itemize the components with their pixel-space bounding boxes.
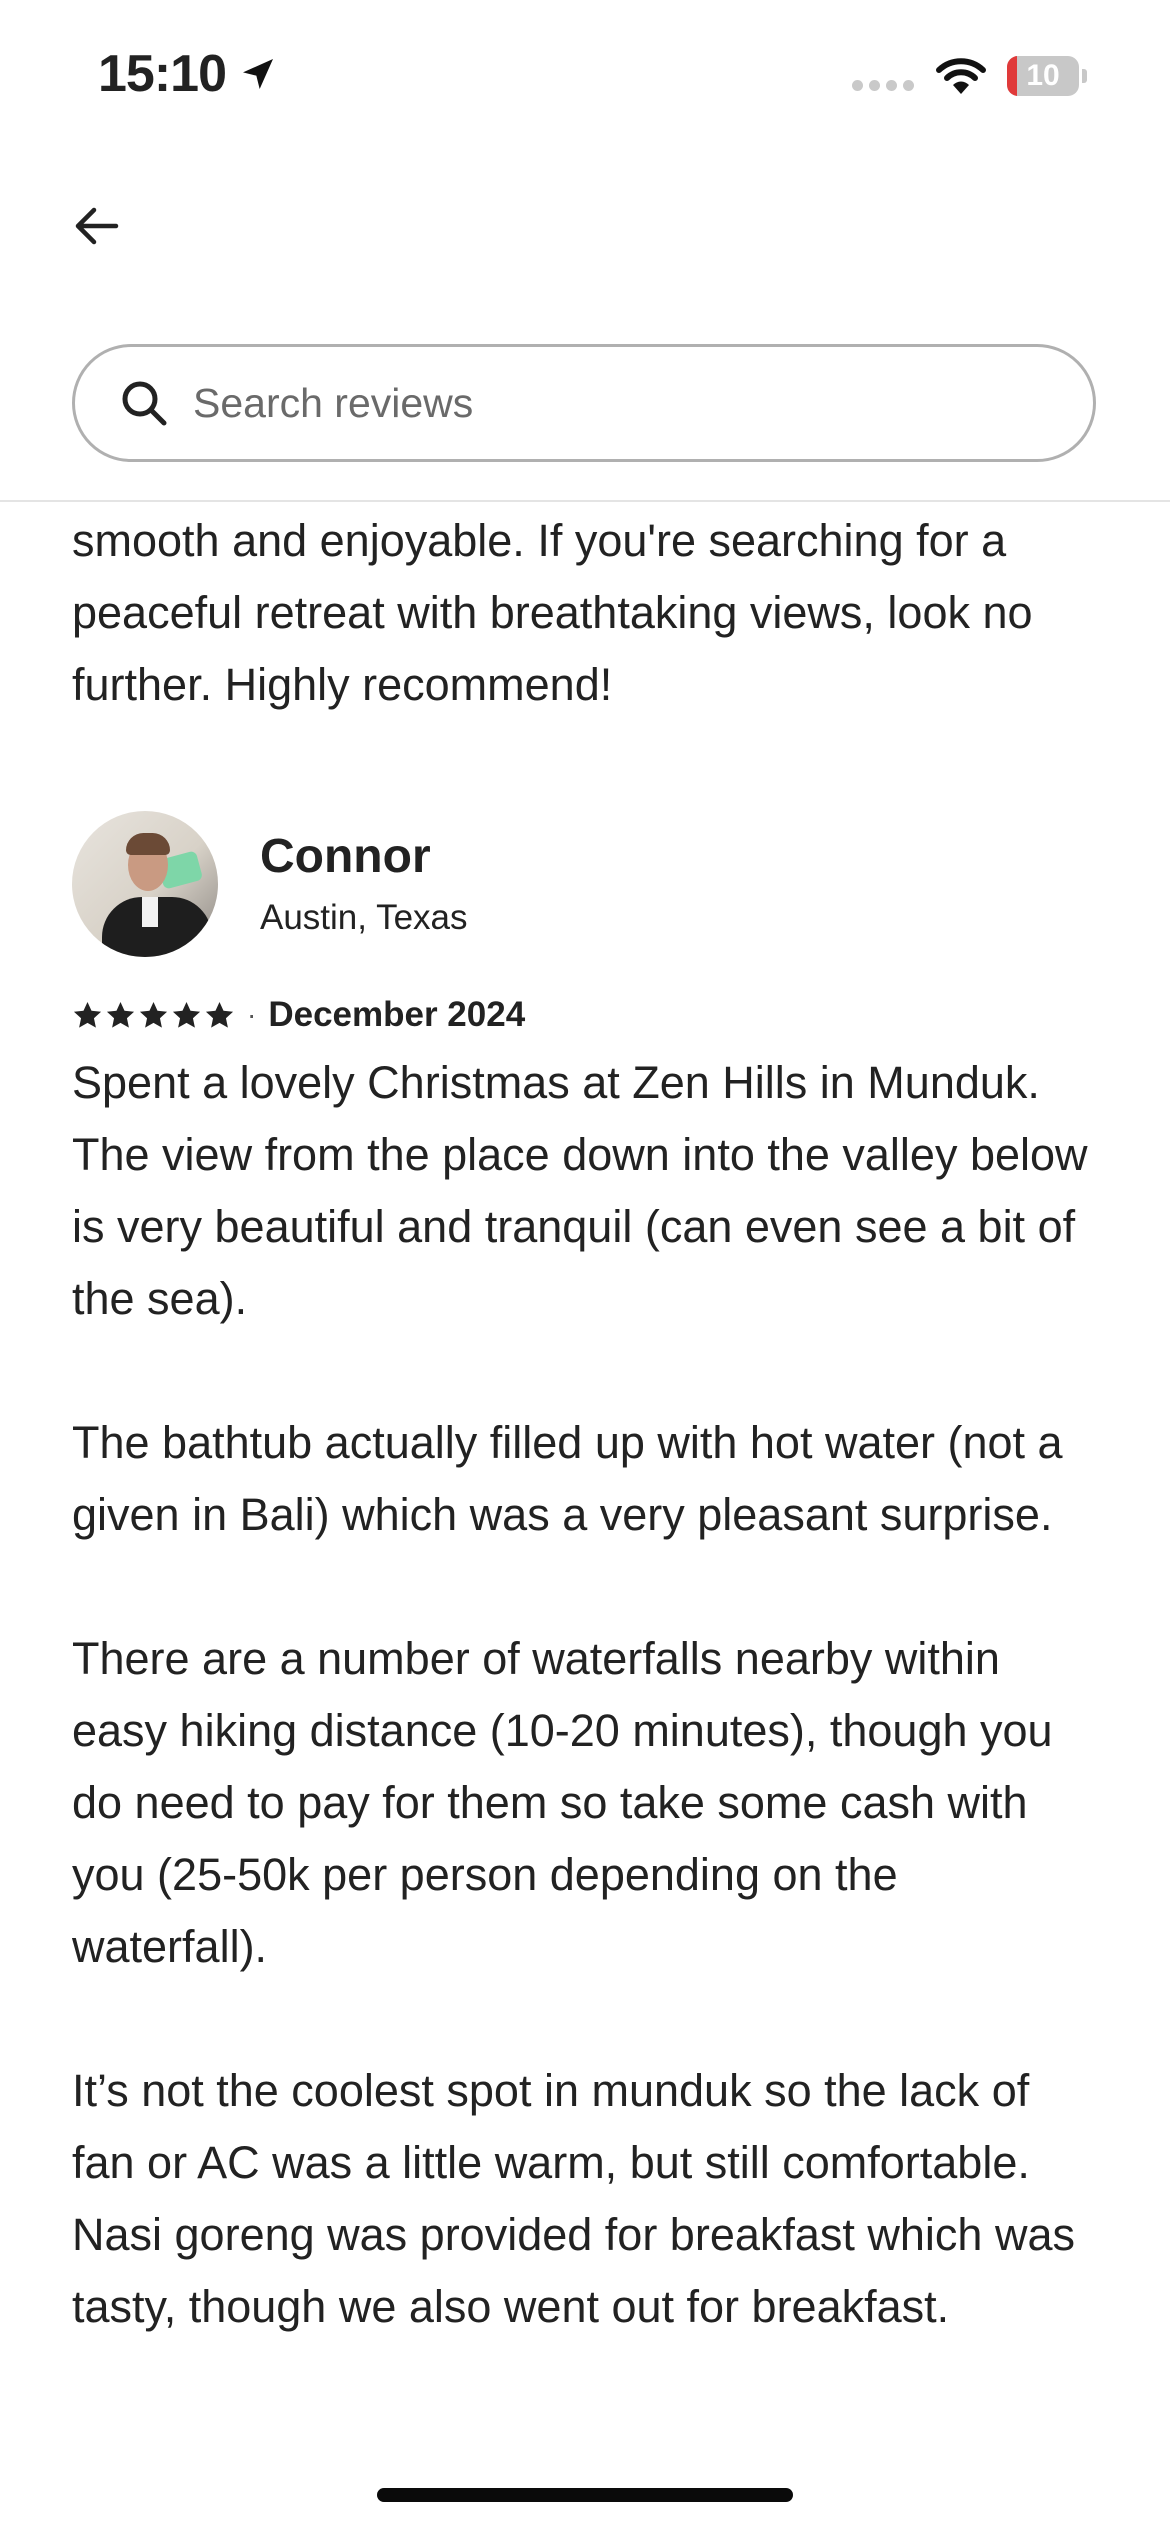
status-time: 15:10 xyxy=(98,44,278,104)
star-icon xyxy=(205,1001,234,1028)
status-bar: 15:10 10 xyxy=(0,0,1170,150)
reviewer-header: Connor Austin, Texas xyxy=(72,811,1102,957)
location-arrow-icon xyxy=(243,59,273,89)
back-button[interactable] xyxy=(66,196,126,256)
star-icon xyxy=(172,1001,201,1028)
reviews-list[interactable]: smooth and enjoyable. If you're searchin… xyxy=(72,502,1102,2482)
cellular-signal-icon xyxy=(852,80,914,91)
reviewer-name[interactable]: Connor xyxy=(260,827,468,887)
meta-separator: · xyxy=(247,999,257,1030)
home-indicator xyxy=(377,2488,793,2502)
search-icon xyxy=(122,381,167,426)
wifi-icon xyxy=(936,58,986,94)
review-meta: · December 2024 xyxy=(72,995,1102,1035)
search-bar[interactable] xyxy=(72,344,1096,462)
status-time-text: 15:10 xyxy=(98,45,227,103)
battery-icon: 10 xyxy=(1007,56,1087,96)
battery-level-text: 10 xyxy=(1026,59,1060,92)
search-input[interactable] xyxy=(191,378,1015,428)
star-rating xyxy=(72,1000,235,1031)
star-icon xyxy=(139,1001,168,1028)
star-icon xyxy=(73,1001,102,1028)
arrow-left-icon xyxy=(75,207,119,245)
review-date: December 2024 xyxy=(268,995,526,1034)
review-body: Spent a lovely Christmas at Zen Hills in… xyxy=(72,1057,1088,2332)
star-icon xyxy=(106,1001,135,1028)
avatar[interactable] xyxy=(72,811,218,957)
review-item: Connor Austin, Texas · December 2024 Spe… xyxy=(72,811,1102,2343)
reviewer-location: Austin, Texas xyxy=(260,898,468,937)
previous-review-text: smooth and enjoyable. If you're searchin… xyxy=(72,515,1033,710)
